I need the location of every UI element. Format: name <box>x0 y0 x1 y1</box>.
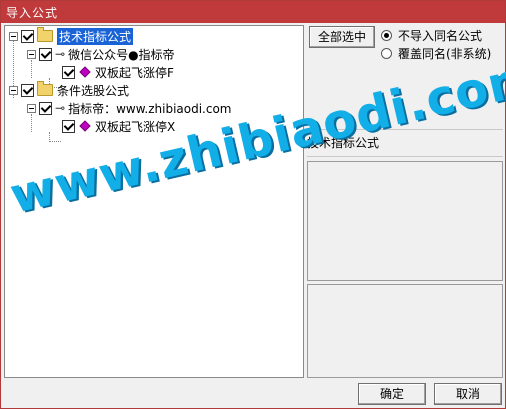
key-icon: ⊸ <box>55 101 66 115</box>
collapse-toggle[interactable] <box>27 49 36 59</box>
radio-label: 不导入同名公式 <box>398 29 483 43</box>
tree-node-label: 双板起飞涨停F <box>95 65 174 80</box>
radio-skip-duplicates[interactable]: 不导入同名公式 <box>381 27 482 44</box>
key-icon: ⊸ <box>55 47 66 61</box>
tree-connector <box>49 141 61 142</box>
checkbox[interactable] <box>21 29 34 43</box>
collapse-toggle[interactable] <box>9 31 18 41</box>
formula-type-label: 技术指标公式 <box>307 136 380 150</box>
checkbox[interactable] <box>39 47 52 61</box>
radio-label: 覆盖同名(非系统) <box>398 47 492 61</box>
radio-dot[interactable] <box>381 48 392 59</box>
import-formula-dialog: 导入公式 技术指标公式 ⊸ 微信公众号●指标帝 双板起飞涨停F 条件选股公式 ⊸… <box>0 0 506 409</box>
tree-node-wechat[interactable]: ⊸ 微信公众号●指标帝 <box>27 45 175 63</box>
window-title: 导入公式 <box>6 6 59 20</box>
tree-node-formula-x[interactable]: 双板起飞涨停X <box>62 117 175 135</box>
radio-overwrite-duplicates[interactable]: 覆盖同名(非系统) <box>381 45 491 62</box>
formula-icon <box>79 120 91 132</box>
tree-node-label: 技术指标公式 <box>57 27 134 45</box>
tree-node-zhibiaodi[interactable]: ⊸ 指标帝：www.zhibiaodi.com <box>27 99 232 117</box>
tree-node-label: 指标帝：www.zhibiaodi.com <box>68 101 232 116</box>
cancel-button[interactable]: 取消 <box>434 383 502 405</box>
tree-node-formula-f[interactable]: 双板起飞涨停F <box>62 63 174 81</box>
checkbox[interactable] <box>62 65 75 79</box>
tree-node-label: 微信公众号●指标帝 <box>68 47 175 62</box>
checkbox[interactable] <box>39 101 52 115</box>
tree-node-label: 双板起飞涨停X <box>95 119 176 134</box>
title-bar[interactable]: 导入公式 <box>1 1 505 23</box>
formula-icon <box>79 66 91 78</box>
formula-tree[interactable]: 技术指标公式 ⊸ 微信公众号●指标帝 双板起飞涨停F 条件选股公式 ⊸ 指标帝：… <box>4 25 304 378</box>
folder-icon <box>37 81 53 96</box>
formula-type-header: 技术指标公式 <box>307 129 503 157</box>
ok-button[interactable]: 确定 <box>358 383 426 405</box>
checkbox[interactable] <box>21 83 34 97</box>
collapse-toggle[interactable] <box>9 85 18 95</box>
tree-node-label: 条件选股公式 <box>57 83 130 98</box>
collapse-toggle[interactable] <box>27 103 36 113</box>
tree-node-technical-indicators[interactable]: 技术指标公式 <box>9 27 134 45</box>
checkbox[interactable] <box>62 119 75 133</box>
formula-params-panel <box>307 284 503 378</box>
folder-icon <box>37 27 53 42</box>
select-all-button[interactable]: 全部选中 <box>309 26 375 48</box>
formula-description-panel <box>307 161 503 281</box>
tree-node-condition-screening[interactable]: 条件选股公式 <box>9 81 129 99</box>
radio-dot[interactable] <box>381 30 392 41</box>
